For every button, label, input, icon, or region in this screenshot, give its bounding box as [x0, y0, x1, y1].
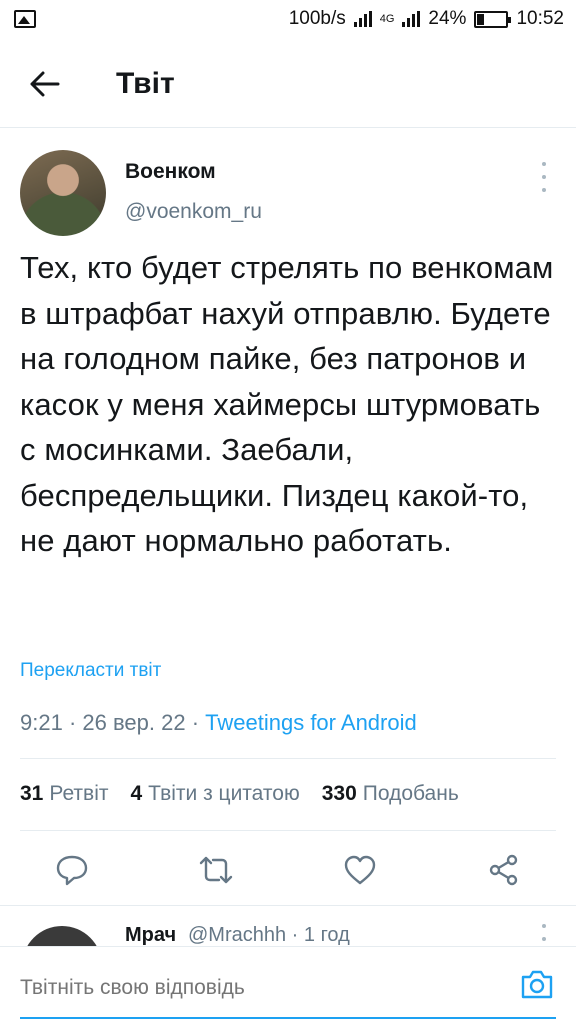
retweets-label: Ретвіт [49, 782, 109, 805]
quotes-label: Твіти з цитатою [148, 782, 300, 805]
reply-compose-bar [0, 946, 576, 1024]
network-type: 4G [379, 13, 395, 25]
tweet-time: 9:21 [20, 710, 63, 735]
retweets-count: 31 [20, 782, 44, 805]
tweet-text: Тех, кто будет стрелять по венкомам в шт… [20, 250, 554, 558]
tweet-client[interactable]: Tweetings for Android [205, 710, 417, 735]
camera-button[interactable] [518, 965, 556, 1003]
tweet-author: Военком @voenkom_ru [0, 140, 576, 240]
camera-icon [521, 970, 553, 999]
status-bar: 100b/s 4G 24% 10:52 [0, 0, 576, 38]
input-underline [20, 1017, 556, 1019]
tweet-date: 26 вер. 22 [82, 710, 186, 735]
reply-button[interactable] [42, 840, 102, 900]
like-button[interactable] [330, 840, 390, 900]
retweet-button[interactable] [186, 840, 246, 900]
tweet-actions [0, 840, 576, 900]
retweets-stat[interactable]: 31 Ретвіт [20, 782, 108, 806]
tweet-screen: 100b/s 4G 24% 10:52 Твіт Военком @voenko… [0, 0, 576, 1024]
signal-icon [353, 11, 372, 27]
network-speed: 100b/s [288, 8, 346, 29]
reply-icon [56, 855, 88, 886]
retweet-icon [199, 856, 233, 884]
more-vertical-icon[interactable] [536, 162, 552, 192]
divider [20, 758, 556, 759]
reply-input[interactable] [20, 973, 490, 1003]
tweet-stats: 31 Ретвіт 4 Твіти з цитатою 330 Подобань [20, 782, 459, 806]
app-header: Твіт [0, 40, 576, 128]
page-title: Твіт [116, 66, 175, 100]
reply-preview[interactable]: Мрач @Mrachhh · 1 год [0, 910, 576, 950]
battery-level: 24% [428, 8, 467, 29]
like-icon [344, 855, 376, 885]
reply-author-name: Мрач [125, 924, 177, 946]
likes-stat[interactable]: 330 Подобань [322, 782, 459, 806]
likes-label: Подобань [362, 782, 459, 805]
image-notification-icon [14, 10, 36, 28]
share-button[interactable] [474, 840, 534, 900]
battery-icon [474, 10, 512, 28]
divider [0, 905, 576, 906]
divider [20, 830, 556, 831]
reply-author-handle: @Mrachhh · 1 год [188, 924, 350, 946]
back-arrow-icon [30, 71, 60, 96]
signal-icon-2 [402, 11, 421, 27]
tweet-meta: 9:21 · 26 вер. 22 · Tweetings for Androi… [20, 710, 417, 735]
share-icon [489, 854, 518, 886]
back-button[interactable] [0, 40, 90, 128]
quotes-count: 4 [130, 782, 143, 805]
translate-tweet-link[interactable]: Перекласти твіт [20, 660, 161, 682]
author-handle[interactable]: @voenkom_ru [125, 200, 262, 224]
author-name[interactable]: Военком [125, 160, 216, 184]
quotes-stat[interactable]: 4 Твіти з цитатою [130, 782, 299, 806]
author-avatar[interactable] [20, 150, 106, 236]
likes-count: 330 [321, 782, 357, 805]
clock: 10:52 [516, 8, 564, 29]
